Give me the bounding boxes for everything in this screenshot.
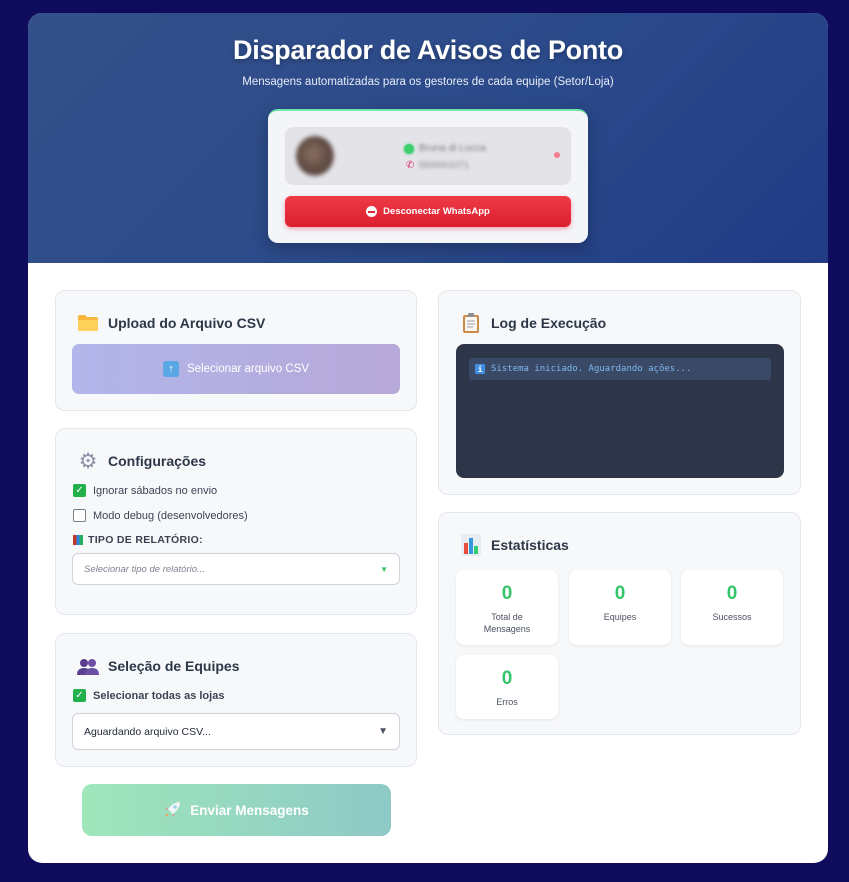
report-type-heading: TIPO DE RELATÓRIO:: [73, 534, 203, 546]
profile-phone: 5500001071: [419, 160, 470, 170]
stat-total-messages: 0 Total de Mensagens: [456, 570, 558, 645]
stat-label: Sucessos: [712, 612, 752, 622]
teams-panel: Seleção de Equipes ✓ Selecionar todas as…: [55, 633, 417, 767]
phone-icon: ✆: [406, 160, 415, 171]
log-panel: Log de Execução i Sistema iniciado. Agua…: [438, 290, 801, 495]
profile-name: Bruna di Lucca: [419, 143, 486, 154]
rocket-icon: [164, 800, 182, 821]
stat-label: Equipes: [603, 612, 637, 622]
upload-title: Upload do Arquivo CSV: [108, 315, 266, 331]
debug-mode-option[interactable]: Modo debug (desenvolvedores): [73, 509, 248, 522]
select-all-stores-label: Selecionar todas as lojas: [93, 689, 225, 702]
whatsapp-connection-card: Bruna di Lucca ✆ 5500001071 Desconectar …: [268, 109, 588, 243]
disconnect-whatsapp-button[interactable]: Desconectar WhatsApp: [285, 196, 571, 227]
bar-chart-icon: [73, 535, 83, 545]
stat-value: 0: [614, 583, 626, 604]
config-panel: ⚙ Configurações ✓ Ignorar sábados no env…: [55, 428, 417, 615]
stat-teams: 0 Equipes: [569, 570, 671, 645]
online-status-icon: [404, 144, 414, 154]
avatar: [296, 136, 334, 176]
teams-select[interactable]: Aguardando arquivo CSV... ▼: [72, 713, 400, 750]
info-icon: i: [475, 364, 485, 374]
report-type-placeholder: Selecionar tipo de relatório...: [84, 563, 205, 575]
report-type-label: TIPO DE RELATÓRIO:: [88, 534, 203, 546]
gear-icon: ⚙: [78, 449, 98, 473]
folder-icon: [76, 311, 100, 335]
stats-title: Estatísticas: [491, 537, 569, 553]
stat-value: 0: [726, 583, 738, 604]
send-messages-button[interactable]: Enviar Mensagens: [82, 784, 391, 836]
clipboard-icon: [459, 311, 483, 335]
select-all-stores-checkbox[interactable]: ✓: [73, 689, 86, 702]
chevron-down-icon: ▼: [380, 564, 388, 574]
send-messages-label: Enviar Mensagens: [190, 802, 309, 818]
stat-value: 0: [501, 668, 513, 689]
ignore-saturdays-checkbox[interactable]: ✓: [73, 484, 86, 497]
no-entry-icon: [366, 206, 378, 217]
upload-panel: Upload do Arquivo CSV ↑ Selecionar arqui…: [55, 290, 417, 411]
select-all-stores-option[interactable]: ✓ Selecionar todas as lojas: [73, 689, 224, 702]
connection-status-dot: [554, 152, 560, 158]
stat-value: 0: [501, 583, 513, 604]
log-console: i Sistema iniciado. Aguardando ações...: [456, 344, 784, 478]
upload-arrow-icon: ↑: [162, 361, 179, 377]
page-header: Disparador de Avisos de Ponto Mensagens …: [28, 13, 828, 263]
whatsapp-profile: Bruna di Lucca ✆ 5500001071: [285, 127, 571, 185]
log-line-text: Sistema iniciado. Aguardando ações...: [491, 364, 692, 374]
stat-errors: 0 Erros: [456, 655, 558, 719]
select-csv-label: Selecionar arquivo CSV: [186, 363, 310, 375]
log-title: Log de Execução: [491, 315, 607, 331]
page-title: Disparador de Avisos de Ponto: [233, 35, 623, 65]
stat-label: Erros: [496, 697, 518, 707]
report-type-select[interactable]: Selecionar tipo de relatório... ▼: [72, 553, 400, 585]
select-csv-button[interactable]: ↑ Selecionar arquivo CSV: [72, 344, 400, 394]
stats-panel: Estatísticas 0 Total de Mensagens 0 Equi…: [438, 512, 801, 735]
teams-select-value: Aguardando arquivo CSV...: [84, 725, 211, 738]
chevron-down-icon: ▼: [378, 726, 388, 737]
ignore-saturdays-label: Ignorar sábados no envio: [93, 484, 218, 497]
stat-successes: 0 Sucessos: [681, 570, 783, 645]
log-line: i Sistema iniciado. Aguardando ações...: [469, 358, 771, 380]
app-window: Disparador de Avisos de Ponto Mensagens …: [28, 13, 828, 863]
disconnect-label: Desconectar WhatsApp: [383, 206, 490, 217]
debug-mode-checkbox[interactable]: [73, 509, 86, 522]
ignore-saturdays-option[interactable]: ✓ Ignorar sábados no envio: [73, 484, 217, 497]
debug-mode-label: Modo debug (desenvolvedores): [93, 509, 248, 522]
bar-chart-icon: [459, 533, 483, 557]
config-title: Configurações: [108, 453, 207, 469]
stat-label: Total de Mensagens: [483, 612, 531, 634]
page-subtitle: Mensagens automatizadas para os gestores…: [242, 76, 614, 88]
users-icon: [76, 655, 100, 679]
teams-title: Seleção de Equipes: [108, 658, 240, 674]
